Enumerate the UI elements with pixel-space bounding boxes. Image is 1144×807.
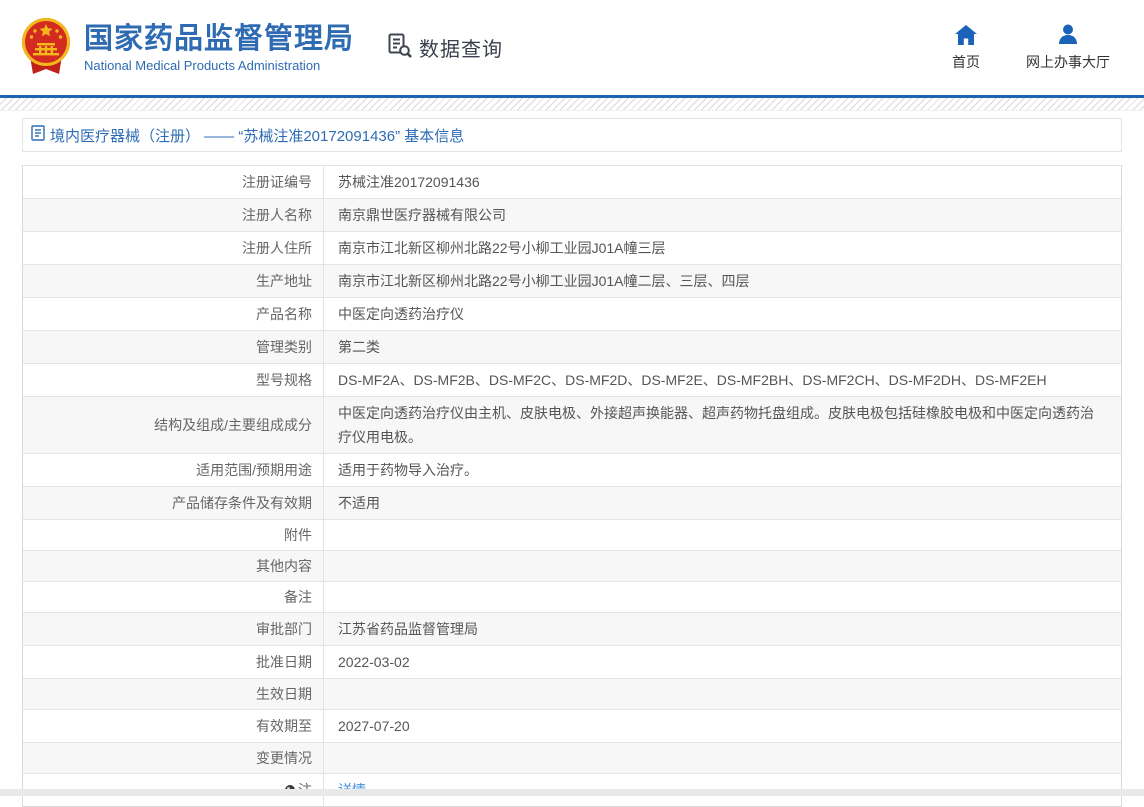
main-content: 境内医疗器械（注册） —— “苏械注准20172091436” 基本信息 注册证… [22,118,1122,807]
table-row: 注册人名称南京鼎世医疗器械有限公司 [23,199,1121,232]
site-subtitle: National Medical Products Administration [84,58,354,73]
row-value [324,743,1121,773]
user-icon [1057,23,1079,45]
row-label: 其他内容 [23,551,324,581]
table-row: 注册证编号苏械注准20172091436 [23,166,1121,199]
row-label: 结构及组成/主要组成成分 [23,397,324,453]
home-icon [955,23,977,45]
table-row: 型号规格DS-MF2A、DS-MF2B、DS-MF2C、DS-MF2D、DS-M… [23,364,1121,397]
row-value: 适用于药物导入治疗。 [324,454,1121,486]
table-row: 有效期至2027-07-20 [23,710,1121,743]
footer-strip [0,789,1144,796]
row-value: 第二类 [324,331,1121,363]
table-row: 备注 [23,582,1121,613]
data-query-label: 数据查询 [419,33,503,62]
row-value [324,551,1121,581]
row-label: 备注 [23,582,324,612]
row-value: 江苏省药品监督管理局 [324,613,1121,645]
row-value: 南京市江北新区柳州北路22号小柳工业园J01A幢三层 [324,232,1121,264]
row-label: 适用范围/预期用途 [23,454,324,486]
row-label: 注册人名称 [23,199,324,231]
site-logo: 国家药品监督管理局 National Medical Products Admi… [18,16,354,80]
logo-text: 国家药品监督管理局 National Medical Products Admi… [84,23,354,73]
row-value [324,582,1121,612]
table-row: 附件 [23,520,1121,551]
site-header: 国家药品监督管理局 National Medical Products Admi… [0,0,1144,95]
nav-home[interactable]: 首页 [952,23,980,72]
row-label: 生产地址 [23,265,324,297]
row-label: 审批部门 [23,613,324,645]
nav-home-label: 首页 [952,52,980,72]
national-emblem-icon [18,16,74,80]
breadcrumb: 境内医疗器械（注册） —— “苏械注准20172091436” 基本信息 [22,118,1122,152]
row-value: 不适用 [324,487,1121,519]
row-value: 中医定向透药治疗仪 [324,298,1121,330]
table-row: 产品名称中医定向透药治疗仪 [23,298,1121,331]
row-value: DS-MF2A、DS-MF2B、DS-MF2C、DS-MF2D、DS-MF2E、… [324,364,1121,396]
row-label: 型号规格 [23,364,324,396]
document-icon [31,125,45,146]
table-row: 结构及组成/主要组成成分中医定向透药治疗仪由主机、皮肤电极、外接超声换能器、超声… [23,397,1121,454]
table-row: 注册人住所南京市江北新区柳州北路22号小柳工业园J01A幢三层 [23,232,1121,265]
row-value [324,679,1121,709]
document-search-icon [386,32,413,64]
row-value: 南京市江北新区柳州北路22号小柳工业园J01A幢二层、三层、四层 [324,265,1121,297]
table-row: 管理类别第二类 [23,331,1121,364]
row-label: 注册人住所 [23,232,324,264]
table-row: 适用范围/预期用途适用于药物导入治疗。 [23,454,1121,487]
row-value: 2022-03-02 [324,646,1121,678]
table-row: 其他内容 [23,551,1121,582]
table-row: 生产地址南京市江北新区柳州北路22号小柳工业园J01A幢二层、三层、四层 [23,265,1121,298]
site-title: 国家药品监督管理局 [84,23,354,55]
table-row: 生效日期 [23,679,1121,710]
row-label: 产品储存条件及有效期 [23,487,324,519]
row-value [324,520,1121,550]
row-label: 生效日期 [23,679,324,709]
registration-info-table: 注册证编号苏械注准20172091436注册人名称南京鼎世医疗器械有限公司注册人… [22,165,1122,807]
table-row: 批准日期2022-03-02 [23,646,1121,679]
row-label: 附件 [23,520,324,550]
table-row: 变更情况 [23,743,1121,774]
nav-online-hall-label: 网上办事大厅 [1026,52,1110,72]
row-label: 有效期至 [23,710,324,742]
row-value: 2027-07-20 [324,710,1121,742]
row-value: 中医定向透药治疗仪由主机、皮肤电极、外接超声换能器、超声药物托盘组成。皮肤电极包… [324,397,1121,453]
row-label: 管理类别 [23,331,324,363]
row-value: 南京鼎世医疗器械有限公司 [324,199,1121,231]
table-row: 产品储存条件及有效期不适用 [23,487,1121,520]
header-nav: 首页 网上办事大厅 [952,23,1110,72]
striped-band [0,98,1144,111]
row-label: 产品名称 [23,298,324,330]
table-row: 审批部门江苏省药品监督管理局 [23,613,1121,646]
row-label: 注册证编号 [23,166,324,198]
row-label: 变更情况 [23,743,324,773]
row-label: 批准日期 [23,646,324,678]
data-query-section[interactable]: 数据查询 [386,32,503,64]
nav-online-hall[interactable]: 网上办事大厅 [1026,23,1110,72]
page-title: 境内医疗器械（注册） —— “苏械注准20172091436” 基本信息 [50,125,464,146]
row-value: 苏械注准20172091436 [324,166,1121,198]
